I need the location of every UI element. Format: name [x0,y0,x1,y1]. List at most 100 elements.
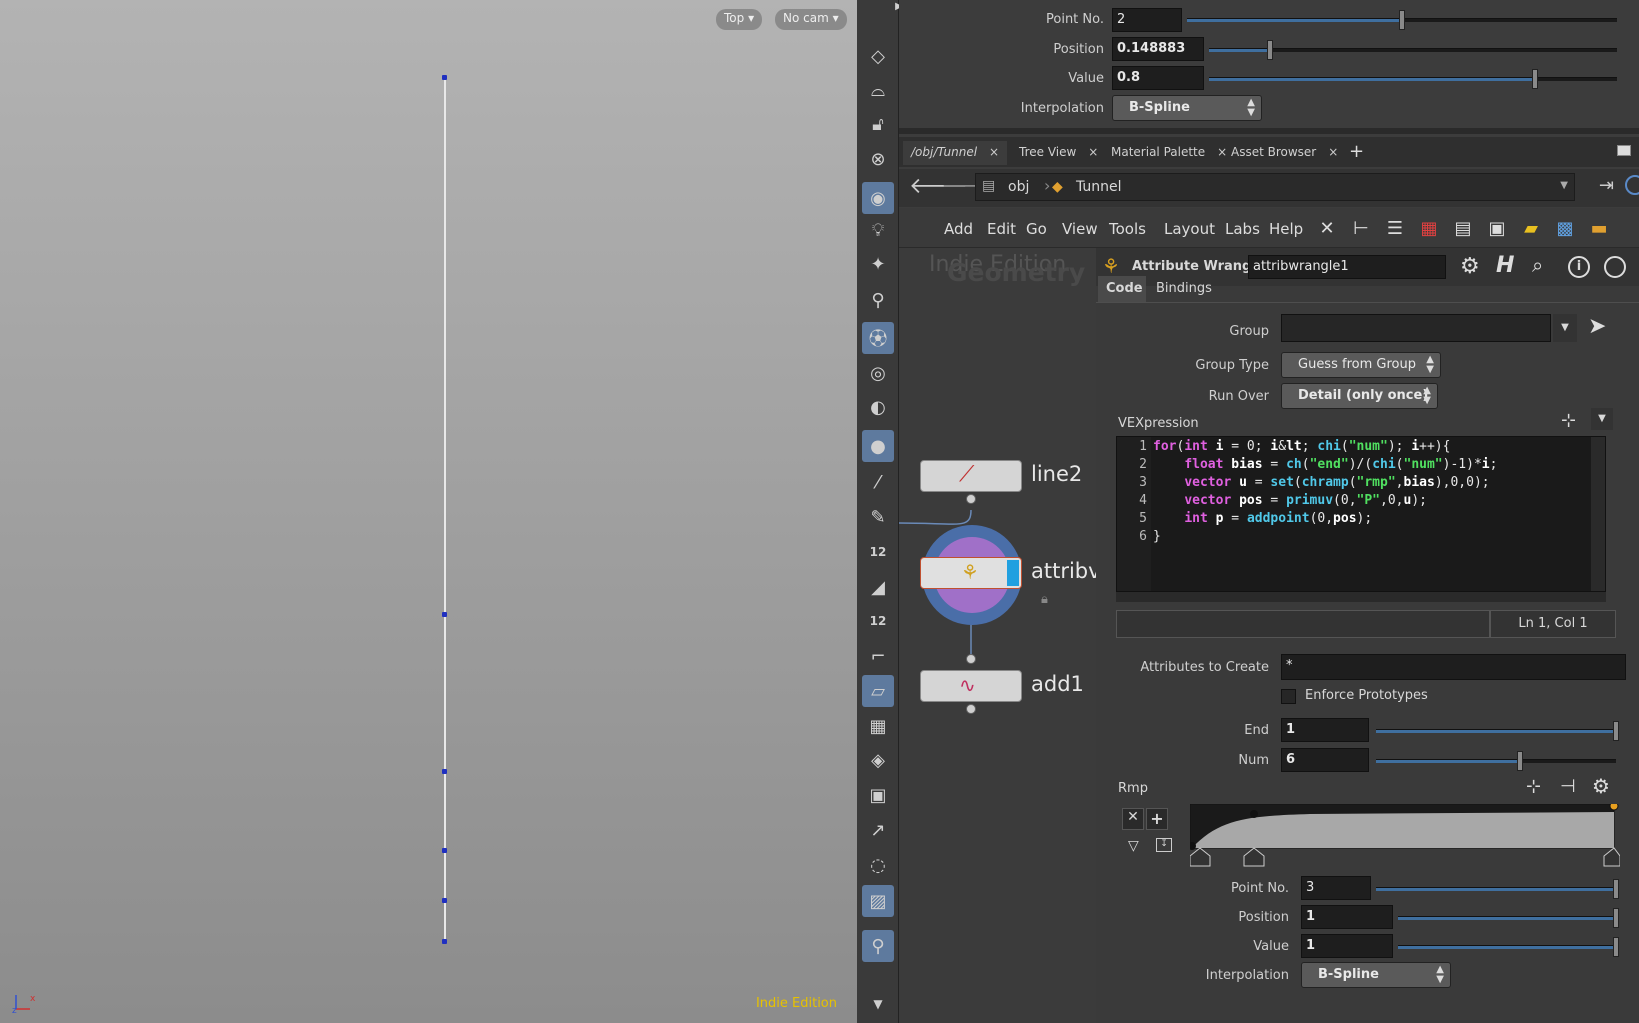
node-attribwrangle1[interactable]: ⚘ [920,557,1022,589]
arrow-tool-icon[interactable]: ↗ [862,814,894,846]
ramp-flip-icon[interactable]: ⊹ [1526,776,1541,797]
tab-tree-view[interactable]: Tree View × [1011,141,1106,165]
add-point-button[interactable]: + [1146,808,1168,830]
ramp-position-slider[interactable] [1398,908,1619,928]
node-line2[interactable]: ⟋ [920,460,1022,492]
curve-tool-icon[interactable]: ⌐ [862,640,894,672]
num-slider[interactable] [1376,751,1616,771]
code-line[interactable]: float bias = ch("end")/(chi("num")-1)*i; [1153,457,1497,472]
checker-icon[interactable]: ▦ [862,710,894,742]
eye2-icon[interactable]: ◐ [862,391,894,423]
close-circle-icon[interactable]: ⊗ [862,143,894,175]
value-slider[interactable] [1209,69,1617,89]
point-no-slider[interactable] [1187,10,1617,30]
position-slider[interactable] [1209,40,1617,60]
close-icon[interactable]: × [1088,145,1098,159]
num-field[interactable]: 6 [1281,748,1369,772]
snap-icon[interactable]: ◈ [862,744,894,776]
menu-add[interactable]: Add [944,220,973,238]
info-icon[interactable]: i [1568,256,1590,278]
menu-view[interactable]: View [1062,220,1098,238]
gear-icon[interactable]: ⚙ [1592,774,1610,798]
ramp-point-no-slider[interactable] [1376,879,1619,899]
brush-icon[interactable]: ⁄ [862,466,894,498]
bulb-plus-icon[interactable]: ✦ [862,248,894,280]
link-icon[interactable] [1625,175,1639,195]
ramp-value-slider[interactable] [1398,937,1619,957]
menu-help[interactable]: Help [1269,220,1303,238]
path-field[interactable]: ▤ obj › ◆ Tunnel ▼ [975,173,1575,201]
output-connector[interactable] [966,494,976,504]
prim-number-button[interactable]: 12 [862,605,894,637]
maximize-icon[interactable] [1617,145,1631,156]
code-line[interactable]: int p = addpoint(0,pos); [1153,511,1372,526]
chevron-down-icon[interactable]: ▼ [1553,314,1577,342]
bulb-icon[interactable]: 💡︎ [862,214,894,246]
enforce-prototypes-checkbox[interactable] [1281,689,1296,704]
lock-icon[interactable]: 🔓︎ [862,108,894,140]
delete-point-button[interactable]: ✕ [1122,808,1144,830]
tab-obj-tunnel[interactable]: /obj/Tunnel × [903,141,1008,165]
wrench-icon[interactable]: ✕ [1313,214,1341,242]
point-no-field[interactable]: 2 [1112,8,1182,32]
list-icon[interactable]: ☰ [1381,214,1409,242]
pen-icon[interactable]: ✎ [862,501,894,533]
gear-icon[interactable]: ⚙ [1460,254,1480,279]
code-scrollbar[interactable] [1591,437,1605,591]
tab-asset-browser[interactable]: Asset Browser × [1223,141,1346,165]
more-icon[interactable] [1604,256,1626,278]
point-icon[interactable]: ● [862,430,894,462]
tab-code[interactable]: Code [1098,276,1146,302]
light-add-icon[interactable]: ⚲ [862,284,894,316]
triangle-down-icon[interactable]: ▽ [1128,838,1139,854]
point-number-button[interactable]: 12 [862,536,894,568]
menu-labs[interactable]: Labs [1225,220,1260,238]
eye-icon[interactable]: ◎ [862,357,894,389]
code-resize-handle[interactable] [1116,592,1606,602]
end-field[interactable]: 1 [1281,718,1369,742]
group-field[interactable] [1281,314,1551,342]
add-parm-icon[interactable]: ⊹ [1561,410,1576,431]
chevron-down-icon[interactable]: ▼ [1591,408,1613,430]
paint-icon[interactable]: ◢ [862,571,894,603]
node-label-add1[interactable]: add1 [1031,672,1084,696]
position-field[interactable]: 0.148883 [1112,37,1204,61]
path-tunnel[interactable]: Tunnel [1076,179,1122,195]
ring-icon[interactable]: ◌ [862,849,894,881]
ramp-interpolation-menu[interactable]: B-Spline ▲ ▼ [1301,962,1451,988]
menu-tools[interactable]: Tools [1109,220,1146,238]
group-type-menu[interactable]: Guess from Group ▲ ▼ [1281,352,1441,378]
chevron-down-icon[interactable]: ▼ [1560,180,1568,191]
camera-menu-button[interactable]: No cam ▾ [775,9,847,30]
select-arrow-icon[interactable]: ➤ [1588,314,1606,339]
interpolation-menu[interactable]: B-Spline ▲ ▼ [1112,95,1262,121]
menu-go[interactable]: Go [1026,220,1047,238]
code-line[interactable]: } [1153,529,1161,544]
image-icon[interactable]: ▩ [1551,214,1579,242]
handle-icon[interactable]: ◉ [862,182,894,214]
add-tab-button[interactable]: + [1341,141,1372,165]
poly-icon[interactable]: ▱ [862,675,894,707]
box-icon[interactable]: ◇ [862,40,894,72]
details-icon[interactable]: ▤ [1449,214,1477,242]
tree-icon[interactable]: ⊢ [1347,214,1375,242]
network-editor[interactable]: Indie Edition Geometry ⟋ line2 ⚘ attribv… [899,248,1101,1023]
ball-icon[interactable]: ⚽︎ [862,322,894,354]
ramp-position-field[interactable]: 1 [1301,905,1393,929]
code-line[interactable]: for(int i = 0; i&lt; chi("num"); i++){ [1153,439,1450,454]
tab-material-palette[interactable]: Material Palette × [1103,141,1235,165]
ramp-point-no-field[interactable]: 3 [1301,876,1371,900]
vex-code-editor[interactable]: 1 2 3 4 5 6 for(int i = 0; i&lt; chi("nu… [1116,436,1606,592]
ramp-split-icon[interactable]: ⊣ [1560,776,1576,797]
menu-edit[interactable]: Edit [987,220,1016,238]
viewport[interactable]: Top ▾ No cam ▾ x z Indie Edition [0,0,857,1023]
node-add1[interactable]: ∿ [920,670,1022,702]
curve-icon[interactable]: ⌓ [862,74,894,106]
value-field[interactable]: 0.8 [1112,66,1204,90]
view-menu-button[interactable]: Top ▾ [716,9,763,30]
attrs-create-field[interactable]: * [1281,654,1626,680]
node-label-attribwrangle[interactable]: attribv [1031,559,1101,583]
help-h-icon[interactable]: H [1496,253,1514,278]
path-obj[interactable]: obj [1008,179,1029,195]
end-slider[interactable] [1376,721,1619,741]
